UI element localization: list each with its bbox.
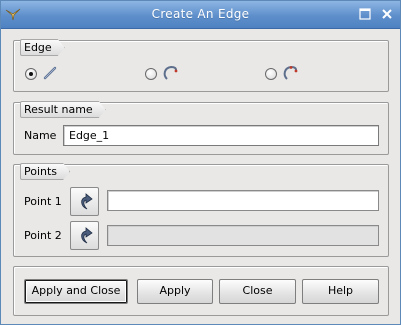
result-name-group-label: Result name — [20, 101, 106, 118]
arc-icon — [163, 65, 178, 80]
name-input[interactable] — [63, 125, 379, 146]
points-group: Points Point 1 Point 2 — [13, 164, 389, 257]
edge-group: Edge — [13, 40, 389, 92]
apply-and-close-label: Apply and Close — [31, 284, 121, 297]
arc-reverse-icon — [283, 65, 298, 80]
line-mode-radio[interactable] — [25, 68, 37, 80]
maximize-icon[interactable] — [358, 7, 372, 21]
points-group-label: Points — [20, 163, 70, 180]
point2-field[interactable] — [107, 225, 379, 246]
apply-and-close-button[interactable]: Apply and Close — [24, 279, 128, 304]
point1-label: Point 1 — [24, 195, 62, 208]
edge-group-label: Edge — [20, 39, 65, 56]
select-arrow-icon — [81, 193, 93, 210]
point1-select-button[interactable] — [70, 187, 99, 216]
apply-button[interactable]: Apply — [137, 279, 213, 304]
close-label: Close — [242, 284, 273, 297]
close-icon[interactable] — [380, 7, 394, 21]
arc-mode-radio[interactable] — [145, 68, 157, 80]
help-label: Help — [327, 284, 354, 297]
line-segment-icon — [43, 66, 57, 80]
apply-label: Apply — [159, 284, 191, 297]
close-button[interactable]: Close — [219, 279, 296, 304]
title-bar[interactable]: Create An Edge — [1, 1, 400, 29]
help-button[interactable]: Help — [302, 279, 379, 304]
point2-select-button[interactable] — [70, 221, 99, 250]
name-label: Name — [24, 129, 57, 142]
arc-reverse-mode-radio[interactable] — [265, 68, 277, 80]
dialog-window: Create An Edge Edge Result name Name Edg… — [0, 0, 401, 325]
point2-label: Point 2 — [24, 229, 62, 242]
point1-field[interactable] — [107, 190, 379, 211]
window-title: Create An Edge — [151, 7, 250, 21]
result-name-group: Result name Name — [13, 102, 389, 155]
select-arrow-icon — [81, 227, 93, 244]
radio-selected-dot — [29, 72, 33, 76]
